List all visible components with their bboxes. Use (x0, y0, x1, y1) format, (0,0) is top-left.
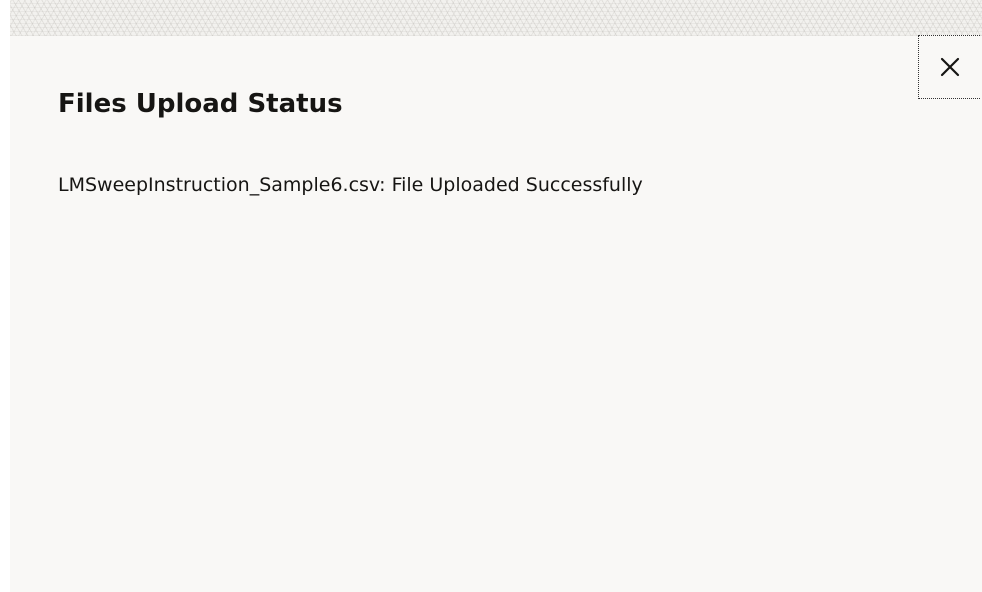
page: Files Upload Status LMSweepInstruction_S… (0, 0, 982, 592)
upload-status-message: LMSweepInstruction_Sample6.csv: File Upl… (58, 174, 643, 196)
close-icon (938, 55, 962, 79)
close-button[interactable] (918, 35, 980, 99)
dialog-title: Files Upload Status (58, 89, 343, 119)
header-texture-strip (10, 0, 982, 36)
